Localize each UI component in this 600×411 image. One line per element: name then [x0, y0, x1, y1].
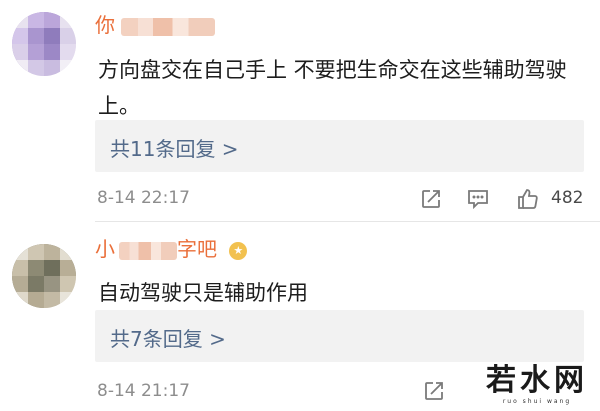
username[interactable]: 你: [95, 9, 216, 38]
timestamp: 8-14 21:17: [97, 381, 190, 401]
like-icon[interactable]: [516, 187, 540, 211]
username-visible-suffix: 字吧: [177, 237, 217, 261]
username-visible: 你: [95, 13, 115, 37]
comment-item: 你 方向盘交在自己手上 不要把生命交在这些辅助驾驶上。 共11条回复 > 8-1…: [0, 0, 600, 222]
username[interactable]: 小 字吧 ★: [95, 233, 248, 262]
replies-link[interactable]: 共11条回复 >: [110, 133, 239, 162]
avatar-mosaic-icon: [12, 12, 76, 76]
username-visible-prefix: 小: [95, 237, 115, 261]
username-blurred: [121, 17, 216, 36]
comment-icon[interactable]: [466, 187, 490, 211]
watermark-text: 若水网: [486, 363, 588, 398]
timestamp: 8-14 22:17: [97, 188, 190, 208]
watermark: 若水网 ruo shui wang: [474, 364, 600, 411]
comment-text: 自动驾驶只是辅助作用: [98, 281, 308, 305]
username-blurred: [119, 241, 177, 260]
share-icon[interactable]: [422, 379, 446, 403]
avatar[interactable]: [12, 244, 76, 308]
watermark-subtext: ruo shui wang: [502, 398, 572, 405]
vip-badge-icon: ★: [229, 241, 248, 260]
replies-box[interactable]: 共7条回复 >: [95, 310, 584, 362]
comment-text: 方向盘交在自己手上 不要把生命交在这些辅助驾驶上。: [98, 58, 567, 118]
avatar-mosaic-icon: [12, 244, 76, 308]
like-count: 482: [551, 188, 584, 208]
avatar[interactable]: [12, 12, 76, 76]
replies-box[interactable]: 共11条回复 >: [95, 120, 584, 172]
comment-meta: 8-14 22:17 482: [95, 187, 584, 211]
replies-link[interactable]: 共7条回复 >: [110, 323, 226, 352]
share-icon[interactable]: [419, 187, 443, 211]
